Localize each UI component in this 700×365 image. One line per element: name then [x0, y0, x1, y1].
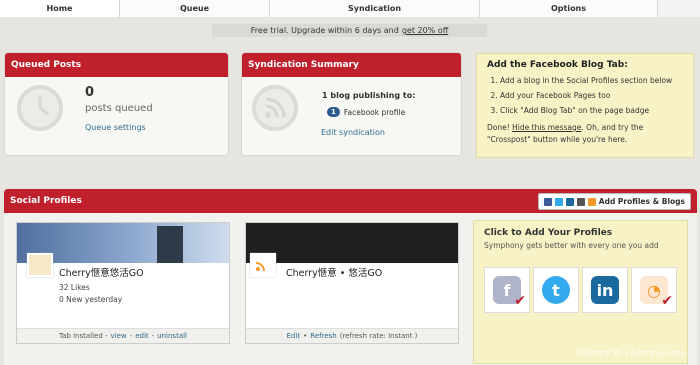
top-nav: Home Queue Syndication Options — [0, 0, 700, 17]
profile-card-facebook: Cherry愜意悠活GO 32 Likes 0 New yesterday Ta… — [16, 222, 230, 344]
add-profiles-label: Add Profiles & Blogs — [598, 197, 685, 206]
add-linkedin-tile[interactable]: in — [582, 267, 628, 313]
queued-label: posts queued — [85, 103, 153, 114]
add-profiles-subtitle: Symphony gets better with every one you … — [484, 241, 659, 250]
twitter-icon — [554, 197, 563, 206]
syndication-status: 1 blog publishing to: — [322, 91, 416, 100]
syndication-summary-panel: Syndication Summary 1 blog publishing to… — [241, 52, 462, 156]
social-profiles-header: Social Profiles Add Profiles & Blogs — [4, 189, 697, 213]
tab-queue[interactable]: Queue — [120, 0, 270, 17]
tab-syndication[interactable]: Syndication — [270, 0, 480, 17]
refresh-link[interactable]: Refresh — [310, 332, 336, 340]
profile-cover-image — [246, 223, 458, 263]
queued-posts-title: Queued Posts — [5, 53, 228, 77]
edit-syndication-link[interactable]: Edit syndication — [321, 128, 385, 137]
syndication-target-row: 1 Facebook profile — [327, 107, 405, 117]
facebook-tab-steps: Add a blog in the Social Profiles sectio… — [500, 73, 683, 118]
add-facebook-tile[interactable]: f ✔ — [484, 267, 530, 313]
linkedin-icon — [565, 197, 574, 206]
social-profiles-title: Social Profiles — [10, 196, 82, 206]
checkmark-icon: ✔ — [661, 293, 673, 309]
facebook-tab-instructions: Add the Facebook Blog Tab: Add a blog in… — [476, 53, 694, 158]
add-rss-tile[interactable]: ◔ ✔ — [631, 267, 677, 313]
view-link[interactable]: view — [111, 332, 127, 340]
step-2: Add your Facebook Pages too — [500, 88, 683, 103]
hide-message-link[interactable]: Hide this message — [512, 123, 581, 132]
rss-icon — [252, 85, 298, 131]
add-twitter-tile[interactable]: t — [533, 267, 579, 313]
facebook-tab-title: Add the Facebook Blog Tab: — [487, 60, 628, 70]
profile-tiles: f ✔ t in ◔ ✔ — [484, 267, 677, 313]
tab-options[interactable]: Options — [480, 0, 658, 17]
syndication-target: Facebook profile — [343, 107, 406, 117]
tab-installed-text: Tab installed - — [59, 332, 108, 340]
linkedin-icon: in — [591, 276, 619, 304]
profile-new: 0 New yesterday — [59, 295, 123, 304]
twitter-icon: t — [542, 276, 570, 304]
done-prefix: Done! — [487, 123, 510, 132]
profile-card-footer: Tab installed - view - edit - uninstall — [17, 328, 229, 343]
add-profiles-box: Click to Add Your Profiles Symphony gets… — [473, 220, 688, 364]
edit-link[interactable]: edit — [135, 332, 148, 340]
checkmark-icon: ✔ — [514, 293, 526, 309]
lighthouse-graphic — [157, 226, 183, 263]
tab-home[interactable]: Home — [0, 0, 120, 17]
profile-card-blog: Cherry愜意 • 悠活GO Edit • Refresh (refresh … — [245, 222, 459, 344]
rss-icon — [587, 197, 596, 206]
syndication-count-badge: 1 — [327, 107, 340, 117]
tab-spacer — [658, 0, 700, 17]
rss-icon — [250, 253, 276, 277]
watermark: Cherry W. cherryw.com — [577, 349, 684, 359]
step-3: Click "Add Blog Tab" on the page badge — [500, 103, 683, 118]
step-1: Add a blog in the Social Profiles sectio… — [500, 73, 683, 88]
avatar — [27, 253, 53, 277]
queue-settings-link[interactable]: Queue settings — [85, 123, 146, 132]
edit-link[interactable]: Edit — [287, 332, 301, 340]
clock-icon — [17, 85, 63, 131]
profile-card-footer: Edit • Refresh (refresh rate: Instant ) — [246, 328, 458, 343]
profile-name[interactable]: Cherry愜意悠活GO — [59, 265, 144, 279]
add-profiles-button[interactable]: Add Profiles & Blogs — [537, 193, 691, 210]
facebook-icon — [543, 197, 552, 206]
uninstall-link[interactable]: uninstall — [157, 332, 187, 340]
blog-icon — [576, 197, 585, 206]
queued-count: 0 — [85, 85, 95, 100]
add-profiles-title: Click to Add Your Profiles — [484, 228, 613, 238]
trial-banner: Free trial. Upgrade within 6 days and ge… — [212, 24, 487, 37]
refresh-rate: (refresh rate: Instant ) — [339, 332, 418, 340]
trial-text: Free trial. Upgrade within 6 days and — [250, 26, 399, 35]
trial-discount-link[interactable]: get 20% off — [402, 26, 448, 35]
syndication-title: Syndication Summary — [242, 53, 461, 77]
queued-posts-panel: Queued Posts 0 posts queued Queue settin… — [4, 52, 229, 156]
profile-likes: 32 Likes — [59, 283, 90, 292]
profile-name[interactable]: Cherry愜意 • 悠活GO — [286, 265, 382, 279]
facebook-tab-done: Done! Hide this message. Oh, and try the… — [487, 122, 683, 146]
